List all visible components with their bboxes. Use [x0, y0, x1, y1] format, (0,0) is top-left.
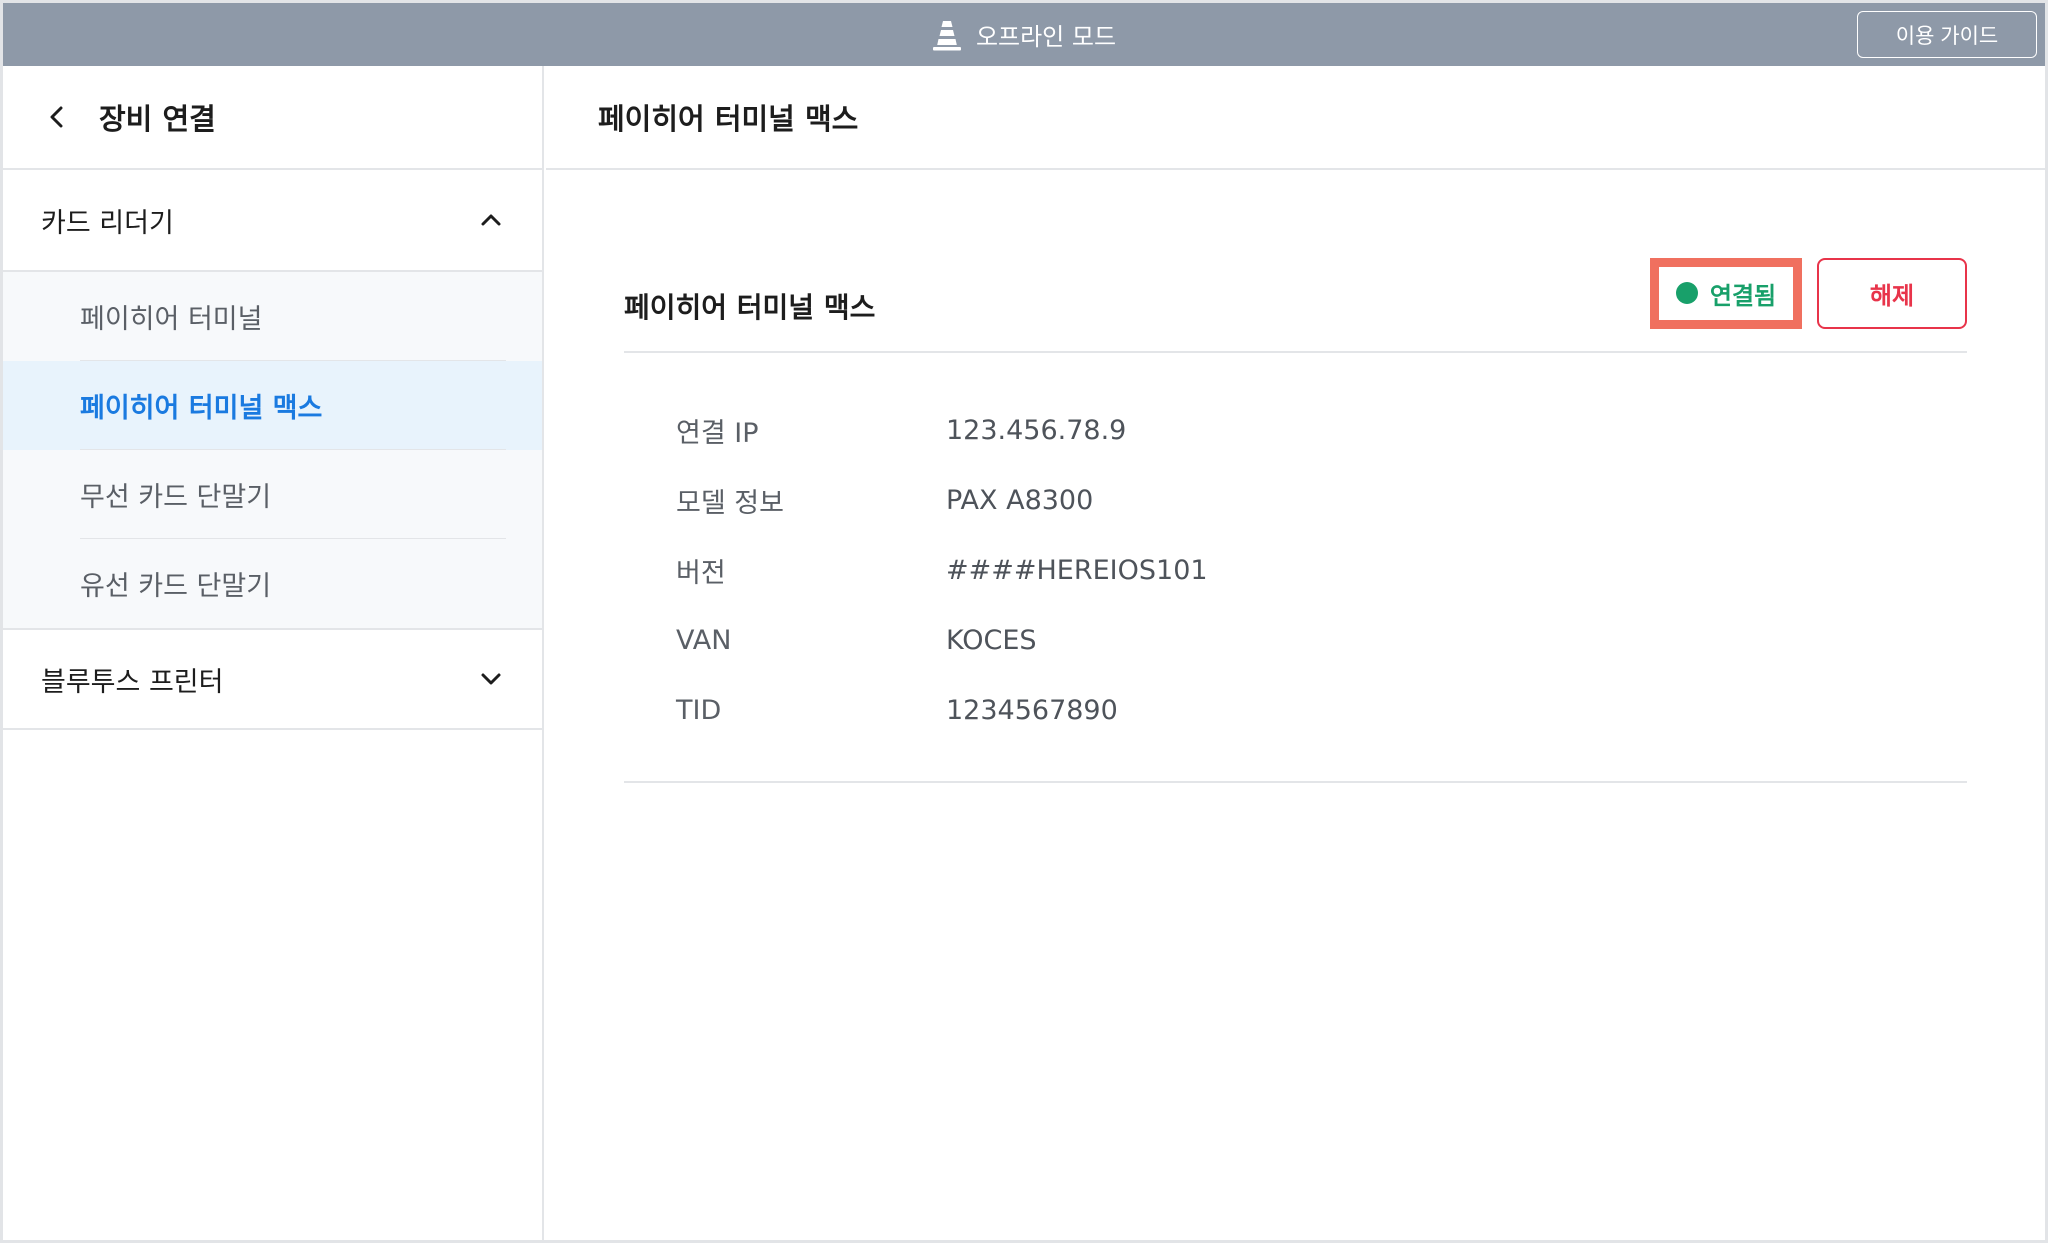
sidebar-item-payhere-terminal-max[interactable]: 페이히어 터미널 맥스	[3, 361, 542, 450]
detail-key: 버전	[676, 557, 726, 589]
sidebar-item-wired-card-terminal[interactable]: 유선 카드 단말기	[3, 539, 542, 628]
detail-value: 1234567890	[946, 694, 1118, 726]
connected-dot-icon	[1675, 282, 1698, 304]
detail-row: 모델 정보 PAX A8300	[676, 465, 1915, 535]
sidebar-item-payhere-terminal[interactable]: 페이히어 터미널	[3, 272, 542, 361]
main-header: 페이히어 터미널 맥스	[546, 66, 2045, 170]
app-window: 오프라인 모드 이용 가이드 장비 연결 카드 리더기 페이히어 터미널 페이히…	[3, 3, 2045, 1240]
detail-key: 모델 정보	[676, 487, 784, 519]
detail-value: PAX A8300	[946, 484, 1094, 516]
group-bluetooth-printer-label: 블루투스 프린터	[41, 666, 224, 698]
device-card: 페이히어 터미널 맥스 연결됨 해제 연결 IP 123.456.78.9 모델…	[624, 257, 1967, 783]
page-title: 페이히어 터미널 맥스	[598, 102, 859, 136]
main-panel: 페이히어 터미널 맥스 페이히어 터미널 맥스 연결됨 해제 연결 IP 123…	[546, 66, 2045, 1240]
traffic-cone-icon	[932, 20, 961, 50]
detail-key: 연결 IP	[676, 417, 759, 449]
detail-row: VAN KOCES	[676, 605, 1915, 675]
back-arrow-icon[interactable]	[43, 103, 71, 131]
group-card-reader[interactable]: 카드 리더기	[3, 170, 542, 272]
device-actions: 연결됨 해제	[1650, 257, 1967, 329]
device-card-header: 페이히어 터미널 맥스 연결됨 해제	[624, 257, 1967, 353]
connection-status-label: 연결됨	[1709, 281, 1777, 310]
disconnect-button[interactable]: 해제	[1817, 257, 1967, 329]
chevron-up-icon	[481, 214, 501, 226]
detail-row: 버전 ####HEREIOS101	[676, 535, 1915, 605]
detail-key: VAN	[676, 624, 732, 656]
detail-row: TID 1234567890	[676, 675, 1915, 745]
device-name: 페이히어 터미널 맥스	[624, 291, 876, 324]
detail-key: TID	[676, 694, 722, 726]
sidebar-title: 장비 연결	[99, 102, 216, 136]
sidebar-header: 장비 연결	[3, 66, 542, 170]
offline-mode-label: 오프라인 모드	[975, 23, 1117, 51]
device-details: 연결 IP 123.456.78.9 모델 정보 PAX A8300 버전 ##…	[624, 353, 1967, 783]
user-guide-button[interactable]: 이용 가이드	[1857, 11, 2037, 58]
offline-mode-indicator: 오프라인 모드	[932, 17, 1116, 52]
top-bar: 오프라인 모드 이용 가이드	[3, 3, 2045, 66]
group-card-reader-label: 카드 리더기	[41, 207, 174, 239]
chevron-down-icon	[481, 673, 501, 685]
connection-status-badge: 연결됨	[1650, 257, 1802, 329]
detail-value: 123.456.78.9	[946, 414, 1127, 446]
detail-row: 연결 IP 123.456.78.9	[676, 395, 1915, 465]
group-bluetooth-printer[interactable]: 블루투스 프린터	[3, 630, 542, 730]
sidebar-item-wireless-card-terminal[interactable]: 무선 카드 단말기	[3, 450, 542, 539]
detail-value: ####HEREIOS101	[946, 554, 1208, 586]
card-reader-list: 페이히어 터미널 페이히어 터미널 맥스 무선 카드 단말기 유선 카드 단말기	[3, 272, 542, 630]
sidebar: 장비 연결 카드 리더기 페이히어 터미널 페이히어 터미널 맥스 무선 카드 …	[3, 66, 544, 1240]
detail-value: KOCES	[946, 624, 1037, 656]
